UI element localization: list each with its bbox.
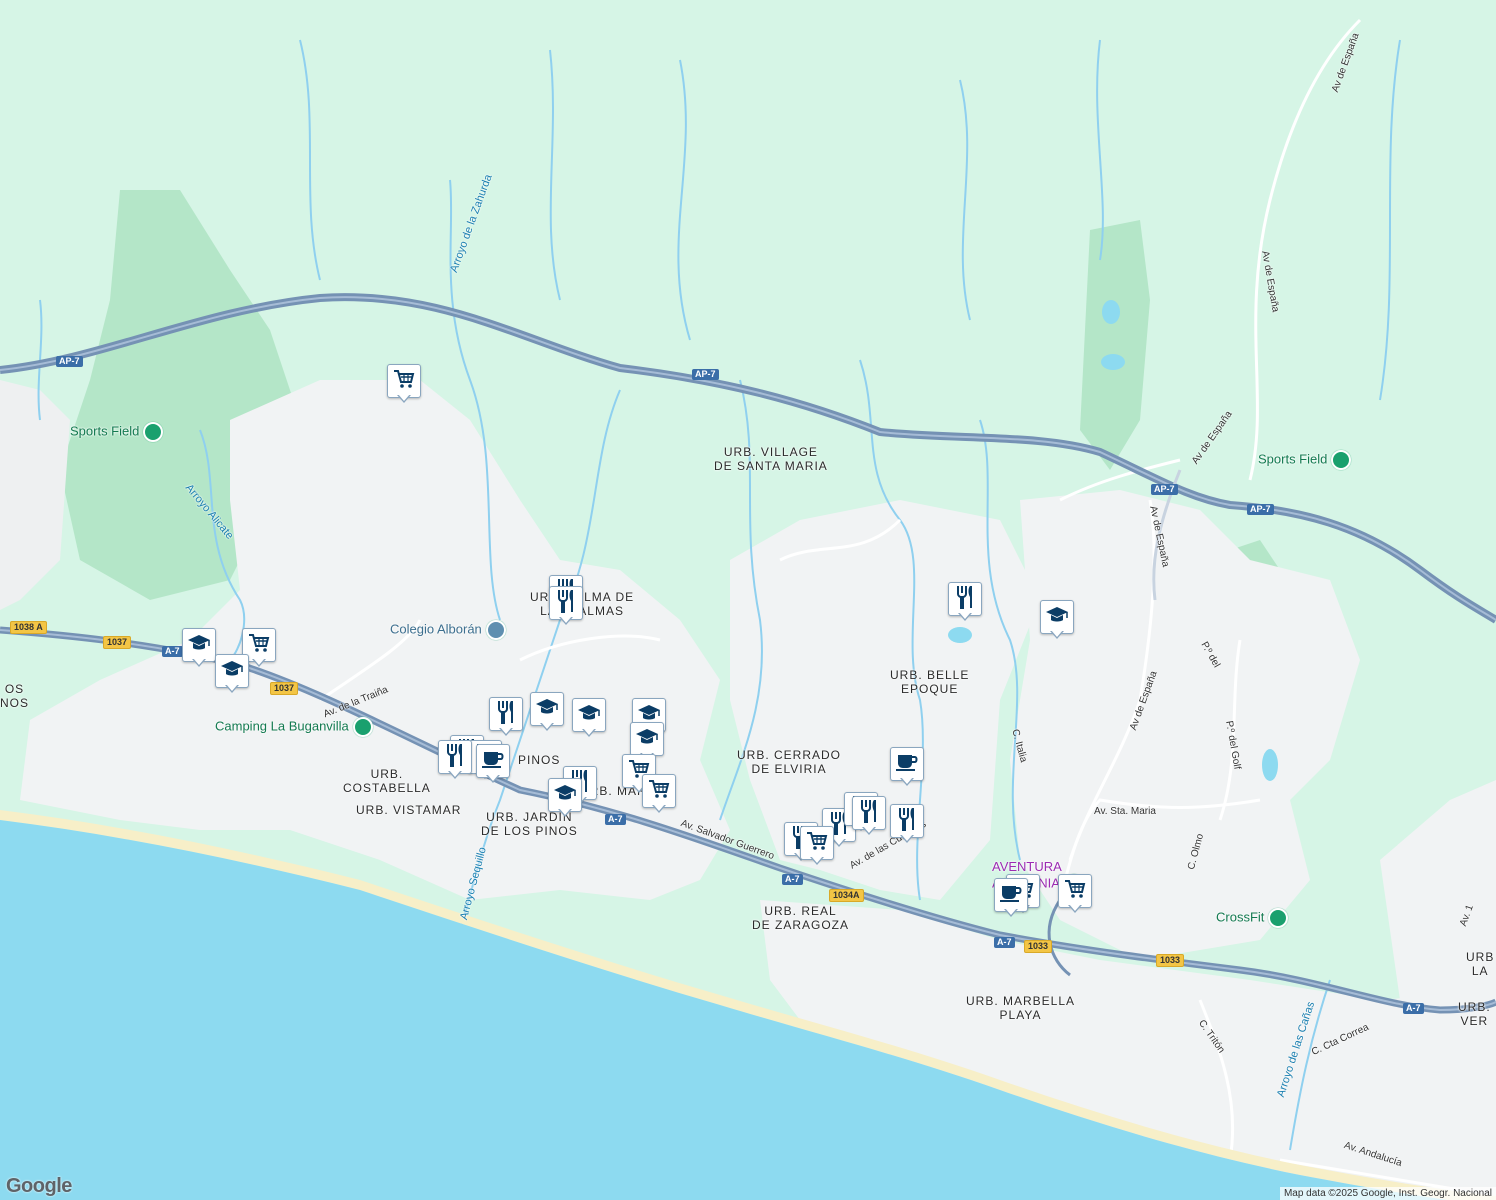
restaurant-icon (496, 700, 516, 729)
map-marker[interactable] (890, 747, 924, 787)
cart-icon (1064, 879, 1086, 904)
map-marker[interactable] (387, 364, 421, 404)
cart-icon (806, 831, 828, 856)
school-icon (635, 727, 659, 752)
map-marker[interactable] (642, 774, 676, 814)
school-icon (220, 659, 244, 684)
marker-pointer (862, 826, 876, 835)
map-marker[interactable] (530, 692, 564, 732)
marker-pointer (225, 684, 239, 693)
cafe-icon (895, 752, 919, 777)
map-marker[interactable] (438, 740, 472, 780)
map-base (0, 0, 1496, 1200)
restaurant-icon (445, 743, 465, 772)
map-marker[interactable] (476, 744, 510, 784)
marker-pointer (900, 834, 914, 843)
marker-pointer (900, 777, 914, 786)
marker-pointer (958, 612, 972, 621)
map-marker[interactable] (182, 628, 216, 668)
marker-pointer (1050, 630, 1064, 639)
marker-pointer (1068, 904, 1082, 913)
map-canvas[interactable]: URB. VILLAGE DE SANTA MARIA URB. PALMA D… (0, 0, 1496, 1200)
regional-road-shield: 1033 (1024, 940, 1053, 953)
highway-shield: AP-7 (1151, 484, 1178, 495)
regional-road-shield: 1038 A (10, 621, 47, 634)
marker-pointer (397, 394, 411, 403)
regional-road-shield: 1034A (829, 889, 864, 902)
map-marker[interactable] (890, 804, 924, 844)
restaurant-icon (955, 585, 975, 614)
cart-icon (248, 633, 270, 658)
regional-road-shield: 1033 (1156, 954, 1185, 967)
highway-shield: AP-7 (56, 356, 83, 367)
highway-shield: AP-7 (1247, 504, 1274, 515)
map-marker[interactable] (948, 582, 982, 622)
restaurant-icon (897, 807, 917, 836)
cart-icon (648, 779, 670, 804)
map-marker[interactable] (549, 586, 583, 626)
pond-2 (1101, 354, 1125, 370)
map-marker[interactable] (548, 778, 582, 818)
highway-shield: A-7 (782, 874, 803, 885)
marker-pointer (192, 658, 206, 667)
highway-shield: AP-7 (692, 369, 719, 380)
school-icon (187, 633, 211, 658)
cafe-icon (481, 749, 505, 774)
highway-shield: A-7 (1403, 1003, 1424, 1014)
marker-pointer (252, 658, 266, 667)
regional-road-shield: 1037 (270, 682, 299, 695)
map-attribution[interactable]: Map data ©2025 Google, Inst. Geogr. Naci… (1279, 1187, 1496, 1200)
cart-icon (393, 369, 415, 394)
highway-shield: A-7 (162, 646, 183, 657)
map-marker[interactable] (572, 698, 606, 738)
map-marker[interactable] (852, 796, 886, 836)
marker-pointer (559, 616, 573, 625)
pond-4 (948, 627, 972, 643)
pond-3 (1262, 749, 1278, 781)
marker-pointer (582, 728, 596, 737)
regional-road-shield: 1037 (103, 636, 132, 649)
school-icon (553, 783, 577, 808)
map-marker[interactable] (800, 826, 834, 866)
pond-1 (1102, 300, 1120, 324)
marker-pointer (1004, 908, 1018, 917)
map-marker[interactable] (1040, 600, 1074, 640)
marker-pointer (499, 727, 513, 736)
highway-shield: A-7 (605, 814, 626, 825)
marker-pointer (540, 722, 554, 731)
school-icon (1045, 605, 1069, 630)
marker-pointer (486, 774, 500, 783)
marker-pointer (448, 770, 462, 779)
map-marker[interactable] (994, 878, 1028, 918)
highway-shield: A-7 (994, 937, 1015, 948)
school-icon (535, 697, 559, 722)
restaurant-icon (859, 799, 879, 828)
marker-pointer (652, 804, 666, 813)
marker-pointer (810, 856, 824, 865)
marker-pointer (832, 838, 846, 847)
restaurant-icon (556, 589, 576, 618)
map-marker[interactable] (215, 654, 249, 694)
google-logo: Google (6, 1175, 72, 1197)
map-marker[interactable] (1058, 874, 1092, 914)
school-icon (577, 703, 601, 728)
cafe-icon (999, 883, 1023, 908)
map-marker[interactable] (489, 697, 523, 737)
marker-pointer (558, 808, 572, 817)
